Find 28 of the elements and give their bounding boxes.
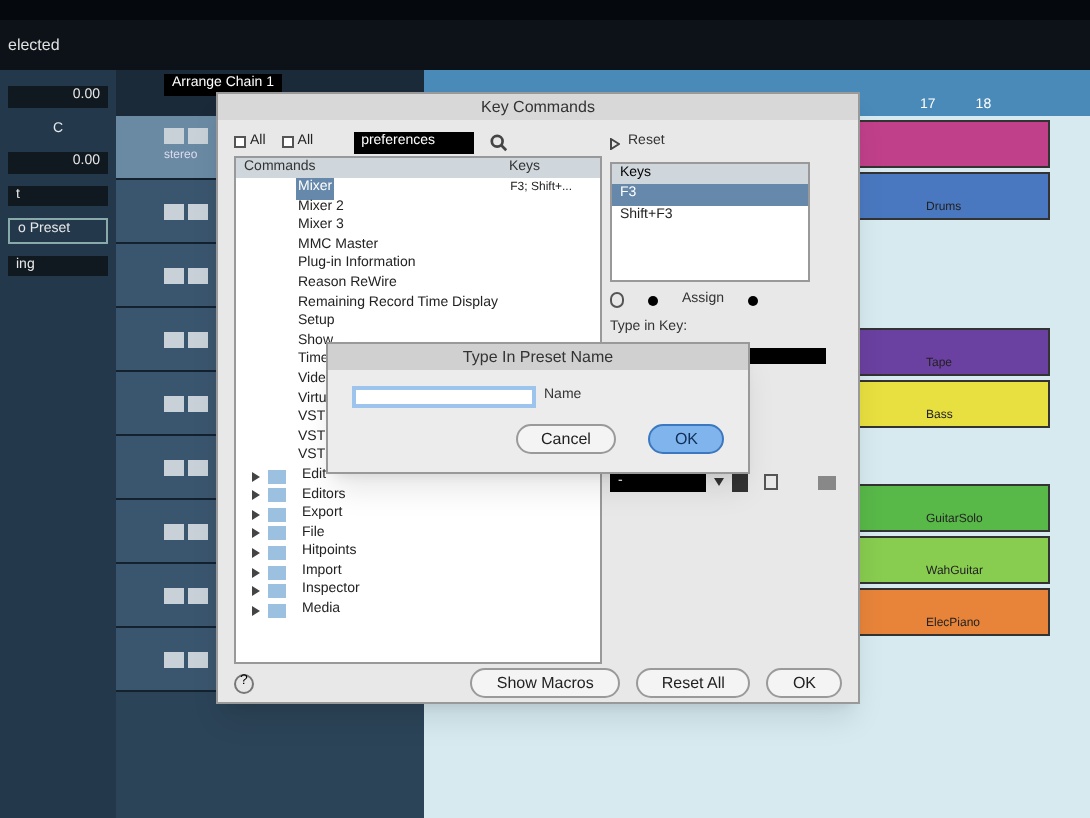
sheet-title: Type In Preset Name [462,345,614,369]
mute-icon[interactable] [164,651,184,667]
dialog-button[interactable]: Show Macros [470,668,620,699]
mute-icon[interactable] [164,267,184,283]
solo-icon[interactable] [188,523,208,539]
reset-icon[interactable] [610,137,620,150]
solo-icon[interactable] [188,203,208,219]
search-icon[interactable] [489,133,508,152]
dialog-button[interactable]: Cancel [515,424,617,454]
solo-icon[interactable] [188,331,208,347]
dialog-button[interactable]: OK [766,668,842,699]
dialog-button[interactable]: Reset All [635,668,751,699]
mute-icon[interactable] [164,523,184,539]
default-button[interactable]: OK [648,424,724,454]
dropdown-arrow-icon[interactable] [714,478,724,487]
status-text: elected [8,33,60,57]
solo-icon[interactable] [188,651,208,667]
mute-icon[interactable] [164,587,184,603]
mute-icon[interactable] [164,203,184,219]
dialog-title: Key Commands [481,95,595,120]
solo-icon[interactable] [188,587,208,603]
mute-icon[interactable] [164,459,184,475]
solo-icon[interactable] [188,395,208,411]
name-input-field[interactable] [352,386,536,408]
mute-icon[interactable] [164,331,184,347]
solo-icon[interactable] [188,267,208,283]
mute-icon[interactable] [164,395,184,411]
solo-icon[interactable] [188,459,208,475]
